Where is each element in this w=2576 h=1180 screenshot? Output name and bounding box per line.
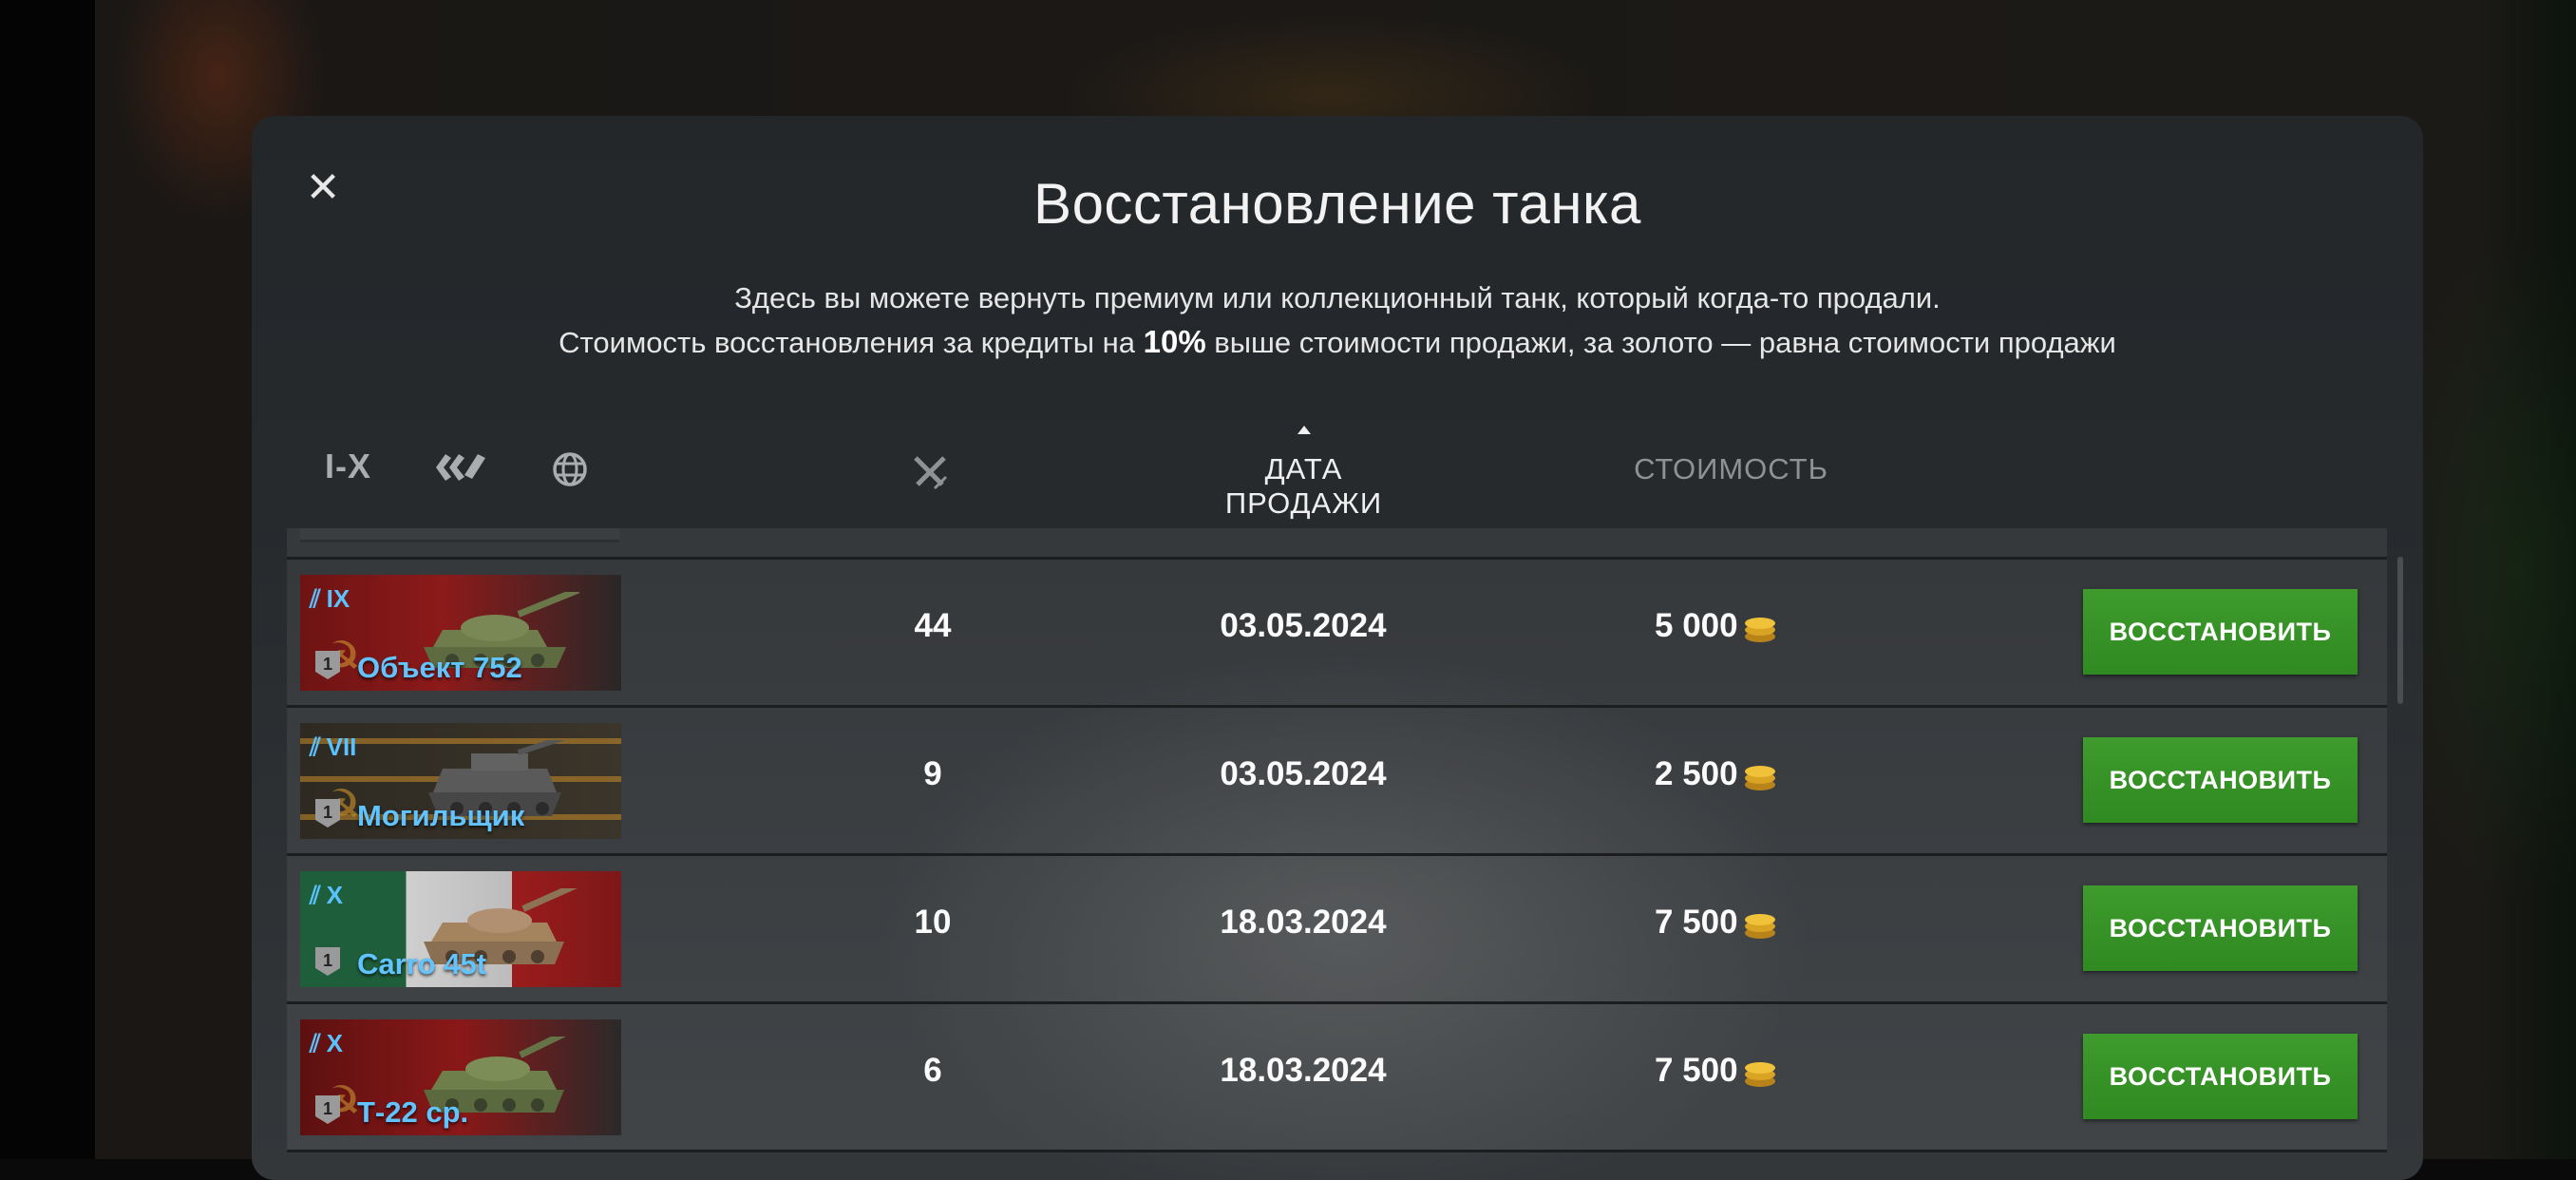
vehicle-thumbnail: ☭ ⫽X 1 Т-22 ср. [300,1019,621,1135]
table-row[interactable]: ⫽ X 1 Carro 45t 10 18.03.2024 7 500 ВОССТ… [287,856,2387,1004]
battles-count: 9 [923,755,942,792]
battles-count: 10 [914,904,952,941]
gold-coin-icon [1744,617,1775,642]
premium-tier-icon: ⫽ [310,881,321,909]
vehicle-name: Объект 752 [357,651,522,684]
crossed-swords-icon[interactable] [910,452,950,497]
mastery-badge-icon: 1 [315,947,340,976]
sale-date-column-header[interactable]: ДАТА ПРОДАЖИ [1187,452,1420,521]
restore-cost: 2 500 [1626,755,1902,793]
restore-cost: 7 500 [1626,1052,1902,1090]
mastery-badge-icon: 1 [315,799,340,828]
mastery-badge-icon: 1 [315,1095,340,1124]
svg-text:1: 1 [323,1099,332,1118]
vehicle-name: Могильщик [357,799,525,832]
battles-count: 6 [923,1052,942,1089]
list-item-partial [287,528,2387,560]
cost-column-header[interactable]: СТОИМОСТЬ [1615,452,1847,486]
tier-label: ⫽ X [310,881,343,909]
table-row[interactable]: ☭ ⫽VII 1 Могильщик 9 03.05.2024 2 500 ВО… [287,708,2387,856]
svg-text:1: 1 [323,951,332,970]
vehicle-thumbnail: ☭ ⫽VII 1 Могильщик [300,723,621,839]
tier-label: ⫽ X [310,1029,343,1057]
table-row[interactable]: ☭ ⫽X 1 Т-22 ср. 6 18.03.2024 7 500 ВОССТ… [287,1004,2387,1152]
tier-label: ⫽ IX [310,584,350,613]
restore-cost: 5 000 [1626,607,1902,645]
restore-button[interactable]: ВОССТАНОВИТЬ [2083,737,2358,823]
restore-button[interactable]: ВОССТАНОВИТЬ [2083,885,2358,971]
vehicle-thumbnail [300,528,619,542]
svg-text:1: 1 [323,655,332,674]
sort-ascending-icon [1297,426,1311,434]
svg-text:1: 1 [323,803,332,822]
tier-label: ⫽ VII [310,733,357,761]
vehicle-list[interactable]: ☭ ⫽IX 1 Объект 752 44 03.05.2024 5 000 В… [287,528,2387,1159]
sale-date: 03.05.2024 [1220,607,1387,644]
globe-icon[interactable] [551,450,589,493]
table-row[interactable]: ☭ ⫽IX 1 Объект 752 44 03.05.2024 5 000 В… [287,560,2387,708]
tier-filter-button[interactable]: I-X [325,447,371,486]
sale-date: 03.05.2024 [1220,755,1387,792]
gold-coin-icon [1744,1061,1775,1087]
premium-tier-icon: ⫽ [310,1029,321,1057]
dialog-description-line1: Здесь вы можете вернуть премиум или колл… [734,281,1941,314]
premium-tier-icon: ⫽ [310,584,321,613]
vehicle-thumbnail: ⫽ X 1 Carro 45t [300,871,621,987]
vehicle-name: Т-22 ср. [357,1095,469,1129]
restore-button[interactable]: ВОССТАНОВИТЬ [2083,1034,2358,1119]
gold-coin-icon [1744,765,1775,790]
battles-count: 44 [914,607,952,644]
dialog-title: Восстановление танка [1033,172,1641,236]
sale-date: 18.03.2024 [1220,1052,1387,1089]
restore-button[interactable]: ВОССТАНОВИТЬ [2083,589,2358,675]
list-scrollbar[interactable] [2397,557,2403,704]
vehicle-type-icon[interactable] [432,450,487,489]
gold-coin-icon [1744,913,1775,939]
dialog-description-line2: Стоимость восстановления за кредиты на 1… [559,324,2116,359]
sale-date: 18.03.2024 [1220,904,1387,941]
mastery-badge-icon: 1 [315,651,340,679]
restore-cost: 7 500 [1626,904,1902,942]
premium-tier-icon: ⫽ [310,733,321,761]
vehicle-thumbnail: ☭ ⫽IX 1 Объект 752 [300,575,621,691]
vehicle-name: Carro 45t [357,947,487,980]
